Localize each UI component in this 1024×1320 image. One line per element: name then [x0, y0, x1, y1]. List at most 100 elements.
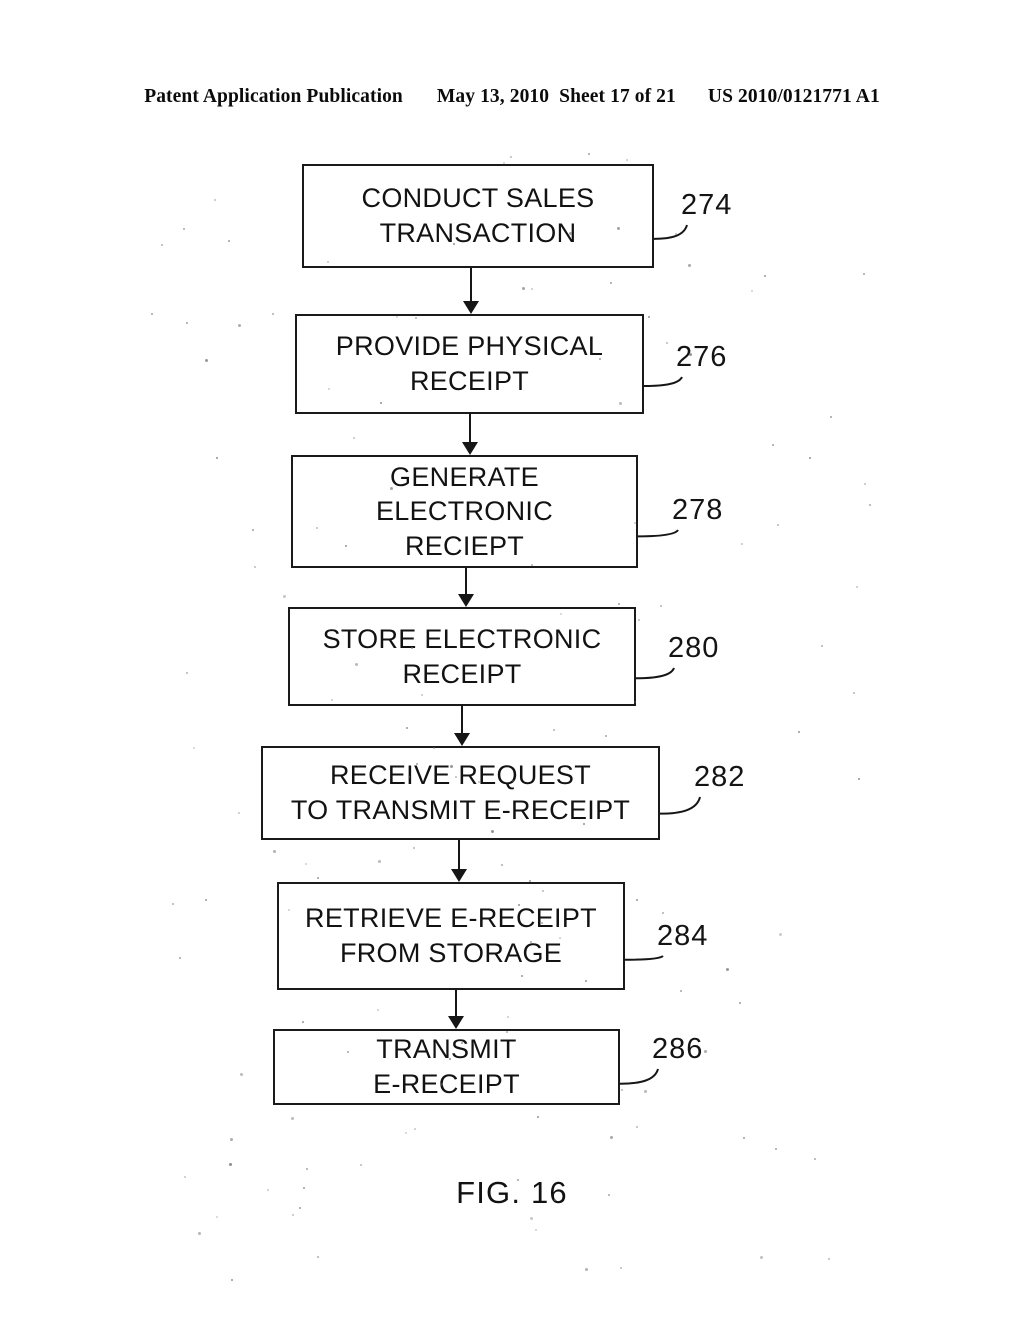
speckle-dot: [380, 402, 382, 404]
flow-step-label-line: TRANSACTION: [379, 218, 577, 248]
speckle-dot: [775, 1148, 777, 1150]
flow-step-284: RETRIEVE E-RECEIPT FROM STORAGE: [277, 882, 625, 990]
speckle-dot: [541, 922, 543, 924]
speckle-dot: [205, 359, 208, 362]
speckle-dot: [510, 156, 512, 158]
speckle-dot: [272, 313, 274, 315]
speckle-dot: [530, 941, 532, 943]
flow-step-278: GENERATE ELECTRONIC RECIEPT: [291, 455, 638, 568]
speckle-dot: [186, 672, 188, 674]
arrow-shaft: [461, 706, 463, 735]
speckle-dot: [238, 324, 241, 327]
speckle-dot: [317, 877, 319, 879]
speckle-dot: [531, 564, 533, 566]
speckle-dot: [648, 316, 650, 318]
speckle-dot: [660, 605, 662, 607]
leader-line-282: [659, 796, 701, 815]
speckle-dot: [726, 968, 729, 971]
flow-step-label-line: RECIEPT: [404, 530, 525, 561]
leader-line-280: [635, 667, 675, 680]
speckle-dot: [739, 1002, 741, 1004]
speckle-dot: [501, 864, 503, 866]
speckle-dot: [230, 1138, 233, 1141]
speckle-dot: [406, 727, 408, 729]
speckle-dot: [415, 317, 417, 319]
speckle-dot: [529, 880, 531, 882]
speckle-dot: [554, 1199, 556, 1201]
speckle-dot: [809, 457, 811, 459]
speckle-dot: [751, 290, 753, 292]
speckle-dot: [764, 275, 766, 277]
speckle-dot: [193, 747, 195, 749]
speckle-dot: [228, 240, 230, 242]
speckle-dot: [205, 899, 207, 901]
speckle-dot: [214, 199, 216, 201]
speckle-dot: [347, 1051, 349, 1053]
flow-step-label-line: E-RECEIPT: [373, 1069, 520, 1099]
speckle-dot: [644, 1090, 647, 1093]
speckle-dot: [317, 1256, 319, 1258]
speckle-dot: [405, 1132, 407, 1134]
speckle-dot: [161, 244, 163, 246]
speckle-dot: [858, 778, 860, 780]
speckle-dot: [240, 1073, 243, 1076]
speckle-dot: [559, 937, 561, 939]
reference-numeral-274: 274: [681, 189, 733, 221]
speckle-dot: [869, 504, 871, 506]
speckle-dot: [560, 613, 562, 615]
speckle-dot: [675, 233, 677, 235]
speckle-dot: [585, 1268, 588, 1271]
header-patent-number: US 2010/0121771 A1: [707, 86, 880, 107]
arrow-shaft: [458, 840, 460, 871]
speckle-dot: [743, 1137, 745, 1139]
reference-numeral-280: 280: [668, 632, 720, 664]
leader-line-278: [637, 529, 679, 538]
flow-step-276: PROVIDE PHYSICAL RECEIPT: [295, 314, 644, 414]
speckle-dot: [666, 342, 668, 344]
speckle-dot: [186, 322, 188, 324]
page-header: Patent Application Publication May 13, 2…: [0, 86, 1024, 112]
patent-figure-page: Patent Application Publication May 13, 2…: [0, 0, 1024, 1320]
speckle-dot: [283, 595, 286, 598]
speckle-dot: [345, 545, 347, 547]
flow-step-label-line: GENERATE: [390, 461, 539, 492]
speckle-dot: [267, 1189, 269, 1191]
flow-step-label-line: RECEIPT: [402, 658, 522, 689]
figure-caption: FIG. 16: [456, 1175, 568, 1210]
speckle-dot: [620, 1267, 622, 1269]
speckle-dot: [605, 735, 607, 737]
leader-line-276: [643, 376, 683, 387]
speckle-dot: [179, 957, 181, 959]
speckle-dot: [608, 1194, 610, 1196]
speckle-dot: [617, 227, 620, 230]
speckle-dot: [455, 776, 457, 778]
speckle-dot: [760, 1256, 763, 1259]
speckle-dot: [378, 860, 381, 863]
speckle-dot: [688, 264, 691, 267]
speckle-dot: [303, 1187, 305, 1189]
speckle-dot: [599, 358, 601, 360]
speckle-dot: [626, 159, 628, 161]
speckle-dot: [814, 1158, 816, 1160]
reference-numeral-282: 282: [694, 761, 746, 793]
speckle-dot: [355, 663, 358, 666]
speckle-dot: [610, 1136, 613, 1139]
speckle-dot: [798, 731, 800, 733]
speckle-dot: [440, 1083, 443, 1086]
speckle-dot: [634, 701, 636, 703]
speckle-dot: [618, 603, 620, 605]
flow-step-label-line: PROVIDE PHYSICAL: [335, 331, 604, 362]
speckle-dot: [399, 202, 401, 204]
speckle-dot: [638, 619, 640, 621]
reference-numeral-284: 284: [657, 920, 709, 952]
arrow-head: [448, 1016, 464, 1029]
header-date: May 13, 2010: [436, 86, 550, 107]
speckle-dot: [772, 444, 774, 446]
speckle-dot: [450, 765, 453, 768]
speckle-dot: [238, 812, 240, 814]
speckle-dot: [377, 1009, 379, 1011]
speckle-dot: [636, 1126, 638, 1128]
arrow-head: [458, 594, 474, 607]
flow-step-label-line: TO TRANSMIT E-RECEIPT: [290, 795, 631, 825]
header-publication: Patent Application Publication: [144, 86, 403, 107]
